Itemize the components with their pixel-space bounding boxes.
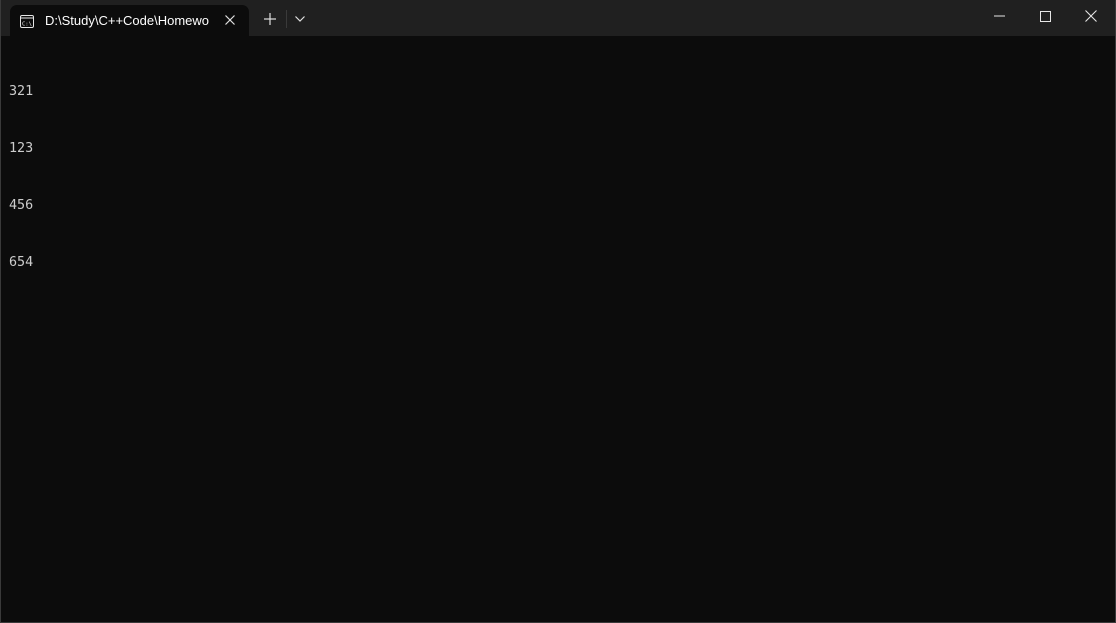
minimize-icon [993,15,1005,17]
svg-text:C:\: C:\ [22,22,32,28]
console-line: 654 [9,255,34,270]
tab-separator [286,10,287,28]
close-icon [225,15,235,25]
console-line: 456 [9,198,34,213]
terminal-tab[interactable]: C:\ D:\Study\C++Code\Homewo [10,5,249,36]
console-icon: C:\ [20,13,34,28]
tab-dropdown-button[interactable] [289,6,311,32]
new-tab-button[interactable] [257,6,283,32]
console-line: 321 [9,84,34,99]
tab-close-button[interactable] [220,10,240,30]
title-bar[interactable]: C:\ D:\Study\C++Code\Homewo [1,0,1115,36]
console-output[interactable]: 321 123 456 654 [9,44,1099,614]
tab-title: D:\Study\C++Code\Homewo [45,13,210,28]
plus-icon [264,13,276,25]
console-line: 123 [9,141,34,156]
terminal-window: C:\ D:\Study\C++Code\Homewo 321 123 456 … [0,0,1116,623]
maximize-icon [1039,10,1051,22]
close-icon [1085,10,1097,22]
maximize-button[interactable] [1022,0,1068,32]
close-window-button[interactable] [1068,0,1114,32]
chevron-down-icon [295,16,305,22]
minimize-button[interactable] [976,0,1022,32]
